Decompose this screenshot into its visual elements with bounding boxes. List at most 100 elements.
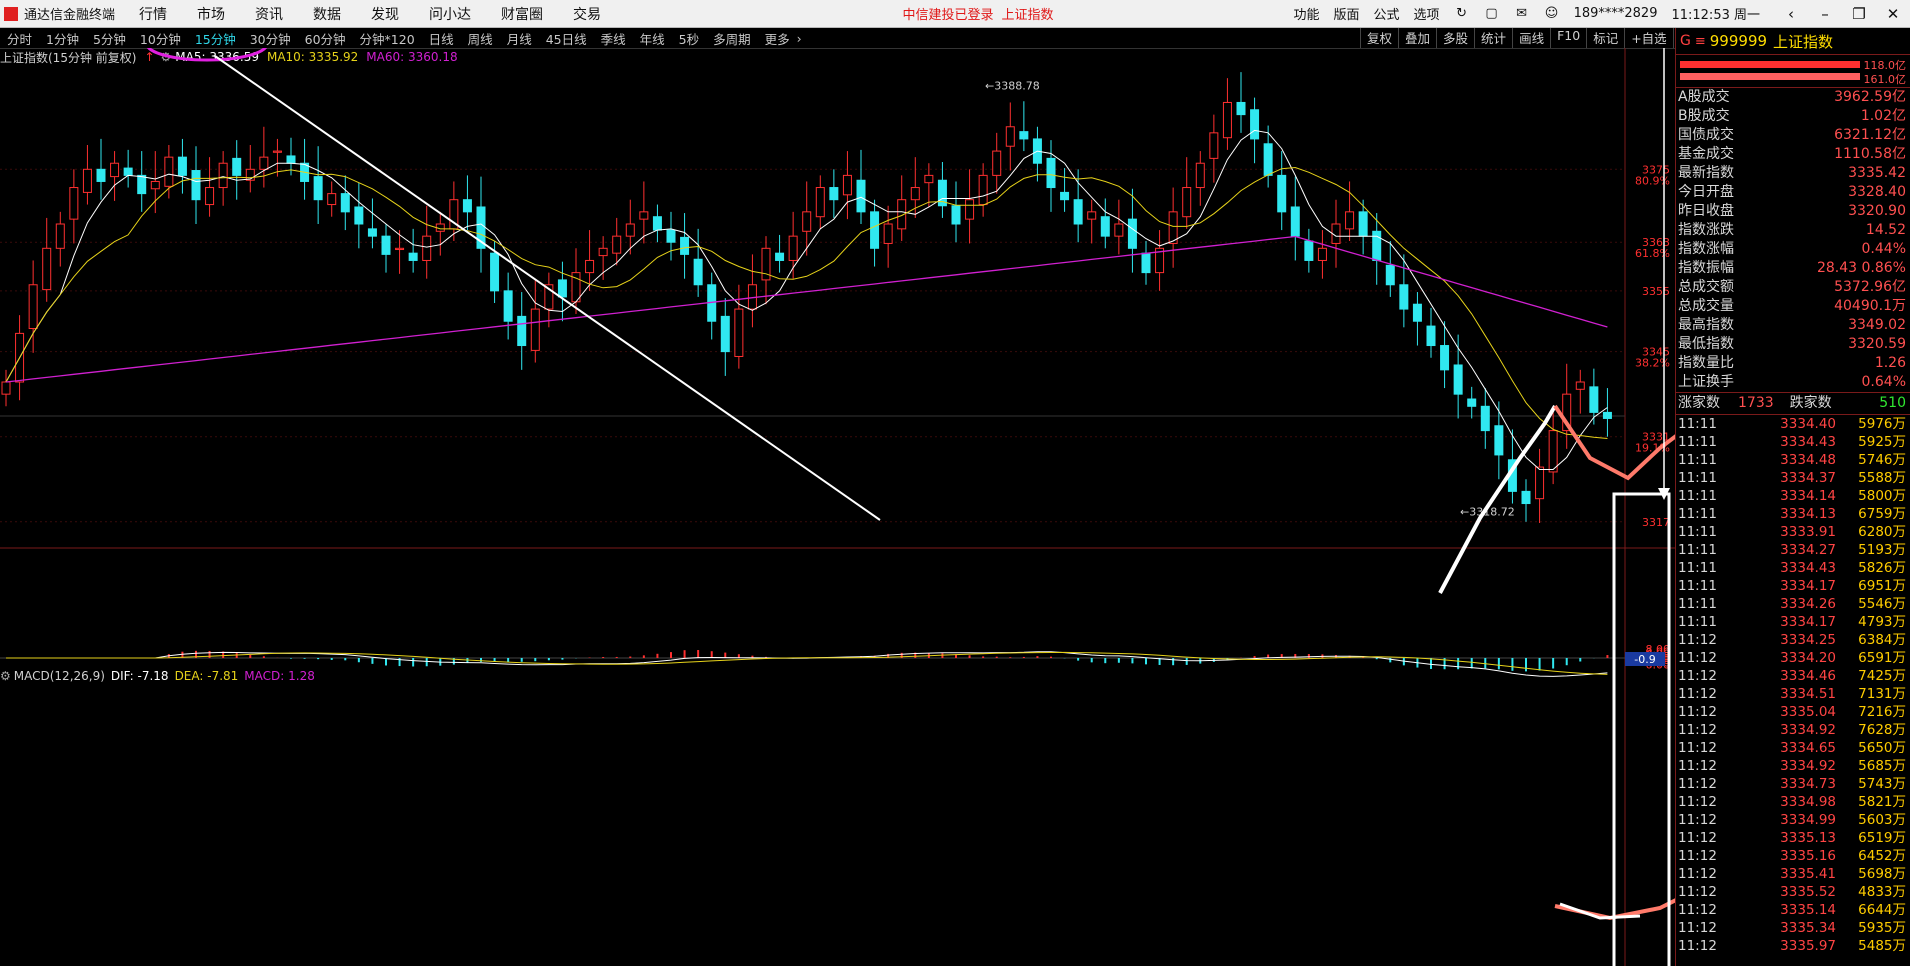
- tick-volume: 6452万: [1858, 848, 1906, 864]
- candle-up: [924, 174, 934, 184]
- login-index[interactable]: 上证指数: [1001, 4, 1053, 23]
- tick-volume: 5826万: [1858, 560, 1906, 576]
- candle-up: [585, 259, 595, 274]
- menu-data[interactable]: 数据: [313, 4, 341, 24]
- message-icon[interactable]: ✉: [1514, 6, 1530, 21]
- tool-overlay[interactable]: 叠加: [1398, 28, 1436, 48]
- menu-icon[interactable]: ≡: [1695, 34, 1706, 49]
- period-more[interactable]: 更多: [758, 29, 797, 48]
- candle-down: [177, 156, 187, 176]
- tick-volume: 5603万: [1858, 812, 1906, 828]
- tool-stats[interactable]: 统计: [1474, 28, 1512, 48]
- info-row-label: 最高指数: [1678, 317, 1734, 333]
- account-id[interactable]: 189****2829: [1574, 6, 1658, 21]
- period-quarterly[interactable]: 季线: [594, 29, 633, 48]
- period-60min[interactable]: 60分钟: [298, 29, 353, 48]
- chat-icon[interactable]: ▢: [1484, 6, 1500, 21]
- kline-chart[interactable]: 337580.9%336361.8%3355334538.2%333119.1%…: [0, 48, 1675, 966]
- tick-volume: 5976万: [1858, 416, 1906, 432]
- candle-down: [1236, 101, 1246, 116]
- tool-f10[interactable]: F10: [1550, 28, 1586, 48]
- candle-down: [408, 252, 418, 261]
- menu-market-quotes[interactable]: 行情: [139, 4, 167, 24]
- info-row-value: 40490.1万: [1834, 298, 1906, 314]
- tool-options[interactable]: 选项: [1414, 4, 1440, 23]
- tick-price: 3334.73: [1780, 776, 1836, 792]
- tick-price: 3334.46: [1780, 668, 1836, 684]
- app-name: 通达信金融终端: [24, 8, 116, 23]
- minimize-icon[interactable]: –: [1808, 5, 1842, 23]
- info-row: 指数涨跌 14.52: [1676, 221, 1910, 240]
- period-timeshare[interactable]: 分时: [0, 29, 39, 48]
- tool-add-watchlist[interactable]: +自选: [1624, 28, 1672, 48]
- tick-time: 11:11: [1678, 596, 1717, 612]
- tool-draw[interactable]: 画线: [1512, 28, 1550, 48]
- info-row-label: 总成交量: [1678, 298, 1734, 314]
- tick-list[interactable]: 11:11 3334.40 5976万 11:11 3334.43 5925万 11:11 3…: [1676, 415, 1910, 955]
- menu-wealth-circle[interactable]: 财富圈: [501, 4, 543, 24]
- tick-price: 3334.43: [1780, 434, 1836, 450]
- info-row-label: 指数涨跌: [1678, 222, 1734, 238]
- tick-volume: 6384万: [1858, 632, 1906, 648]
- candle-up: [788, 235, 798, 261]
- period-45day[interactable]: 45日线: [539, 29, 594, 48]
- period-daily[interactable]: 日线: [422, 29, 461, 48]
- candle-down: [680, 236, 690, 255]
- candle-down: [1127, 218, 1137, 249]
- tool-functions[interactable]: 功能: [1294, 4, 1320, 23]
- candle-down: [693, 258, 703, 286]
- tool-layout[interactable]: 版面: [1334, 4, 1360, 23]
- period-monthly[interactable]: 月线: [500, 29, 539, 48]
- period-5min[interactable]: 5分钟: [86, 29, 133, 48]
- tool-multi-stock[interactable]: 多股: [1436, 28, 1474, 48]
- period-10min[interactable]: 10分钟: [133, 29, 188, 48]
- candle-up: [1222, 101, 1232, 139]
- tool-formula[interactable]: 公式: [1374, 4, 1400, 23]
- period-120min[interactable]: 分钟*120: [353, 29, 422, 48]
- candle-up: [625, 223, 635, 237]
- period-1min[interactable]: 1分钟: [39, 29, 86, 48]
- close-icon[interactable]: ✕: [1876, 5, 1910, 23]
- menu-discover[interactable]: 发现: [371, 4, 399, 24]
- period-weekly[interactable]: 周线: [461, 29, 500, 48]
- candle-down: [1277, 174, 1287, 213]
- tick-time: 11:12: [1678, 938, 1717, 954]
- period-30min[interactable]: 30分钟: [243, 29, 298, 48]
- tick-time: 11:11: [1678, 470, 1717, 486]
- tool-adjust[interactable]: 复权: [1360, 28, 1398, 48]
- tick-price: 3334.14: [1780, 488, 1836, 504]
- magenta-circle-annotation: [146, 48, 268, 62]
- tick-time: 11:11: [1678, 560, 1717, 576]
- user-icon[interactable]: ☺: [1544, 6, 1560, 21]
- menu-trade[interactable]: 交易: [573, 4, 601, 24]
- info-row: 总成交量 40490.1万: [1676, 297, 1910, 316]
- candle-down: [1290, 206, 1300, 237]
- tick-time: 11:11: [1678, 434, 1717, 450]
- period-yearly[interactable]: 年线: [633, 29, 672, 48]
- period-5sec[interactable]: 5秒: [672, 29, 706, 48]
- back-icon[interactable]: ‹: [1774, 5, 1808, 23]
- tick-price: 3335.34: [1780, 920, 1836, 936]
- candle-up: [1168, 211, 1178, 244]
- menu-ask[interactable]: 问小达: [429, 4, 471, 24]
- tick-row: 11:11 3334.13 6759万: [1676, 505, 1910, 523]
- tool-mark[interactable]: 标记: [1586, 28, 1624, 48]
- candle-down: [666, 229, 676, 243]
- info-row-label: 国债成交: [1678, 127, 1734, 143]
- tick-time: 11:12: [1678, 794, 1717, 810]
- chevron-right-icon[interactable]: ›: [797, 31, 802, 46]
- info-row-label: 今日开盘: [1678, 184, 1734, 200]
- fib-pct-label: 80.9%: [1635, 174, 1670, 187]
- candle-up: [55, 223, 65, 249]
- tick-price: 3334.92: [1780, 722, 1836, 738]
- menu-news[interactable]: 资讯: [255, 4, 283, 24]
- period-multi[interactable]: 多周期: [706, 29, 758, 48]
- tick-row: 11:12 3334.98 5821万: [1676, 793, 1910, 811]
- menu-market[interactable]: 市场: [197, 4, 225, 24]
- restore-icon[interactable]: ❐: [1842, 5, 1876, 23]
- period-15min[interactable]: 15分钟: [188, 29, 243, 48]
- candle-up: [69, 187, 79, 220]
- info-row-label: B股成交: [1678, 108, 1730, 124]
- refresh-icon[interactable]: ↻: [1454, 6, 1470, 21]
- decline-count: 510: [1879, 395, 1906, 411]
